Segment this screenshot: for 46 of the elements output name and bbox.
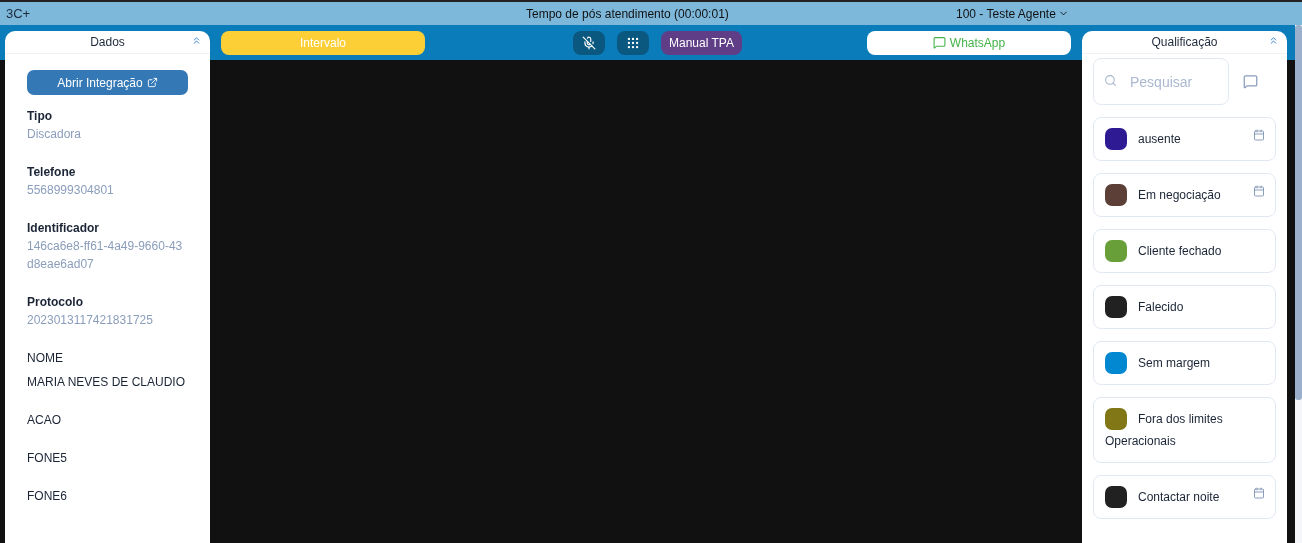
field-value: 146ca6e8-ff61-4a49-9660-43d8eae6ad07 <box>27 238 184 273</box>
qualification-item[interactable]: Contactar noite <box>1093 475 1276 519</box>
qualification-item[interactable]: Sem margem <box>1093 341 1276 385</box>
qualification-label: Sem margem <box>1138 356 1212 370</box>
mic-off-icon <box>582 35 596 50</box>
field-label: Tipo <box>27 108 54 125</box>
field-value: 2023013117421831725 <box>27 312 154 329</box>
logo: 3C+ <box>6 6 32 21</box>
scrollbar[interactable] <box>1295 25 1302 400</box>
panel-title: Qualificação <box>1151 35 1218 49</box>
agent-menu[interactable]: 100 - Teste Agente <box>956 6 1069 21</box>
field-value: 5568999304801 <box>27 182 115 199</box>
open-integration-button[interactable]: Abrir Integração <box>27 70 188 95</box>
qualification-label: Fora dos limites Operacionais <box>1105 412 1223 448</box>
after-call-timer: Tempo de pós atendimento (00:00:01) <box>526 6 730 21</box>
dialpad-button[interactable] <box>617 30 649 55</box>
qualification-item[interactable]: Cliente fechado <box>1093 229 1276 273</box>
chat-icon[interactable] <box>1243 74 1258 89</box>
qualification-label: Cliente fechado <box>1138 244 1223 258</box>
mute-button[interactable] <box>573 30 605 55</box>
qualification-item[interactable]: Em negociação <box>1093 173 1276 217</box>
field-label: FONE5 <box>27 450 68 467</box>
panel-title: Dados <box>90 35 125 49</box>
field-label: Protocolo <box>27 294 84 311</box>
qualification-label: Contactar noite <box>1138 490 1221 504</box>
dialpad-icon <box>626 35 640 50</box>
search-icon <box>1104 74 1117 87</box>
external-link-icon <box>146 77 158 88</box>
field-value: MARIA NEVES DE CLAUDIO <box>27 374 187 391</box>
field-label: Telefone <box>27 164 77 181</box>
search-field[interactable]: Pesquisar <box>1093 58 1229 105</box>
qualification-item[interactable]: Falecido <box>1093 285 1276 329</box>
qualification-item[interactable]: ausente <box>1093 117 1276 161</box>
qualification-label: Falecido <box>1138 300 1185 314</box>
qualification-item[interactable]: Fora dos limites Operacionais <box>1093 397 1276 463</box>
collapse-icon[interactable] <box>191 35 202 46</box>
collapse-icon[interactable] <box>1268 35 1279 46</box>
field-label: Identificador <box>27 220 100 237</box>
field-value: Discadora <box>27 126 83 143</box>
field-label: FONE6 <box>27 488 68 505</box>
qualification-label: Em negociação <box>1138 188 1222 202</box>
field-label: NOME <box>27 350 64 367</box>
field-label: ACAO <box>27 412 62 429</box>
mode-badge[interactable]: Manual TPA <box>661 30 742 55</box>
chat-icon <box>932 36 946 49</box>
qualification-label: ausente <box>1138 132 1182 146</box>
